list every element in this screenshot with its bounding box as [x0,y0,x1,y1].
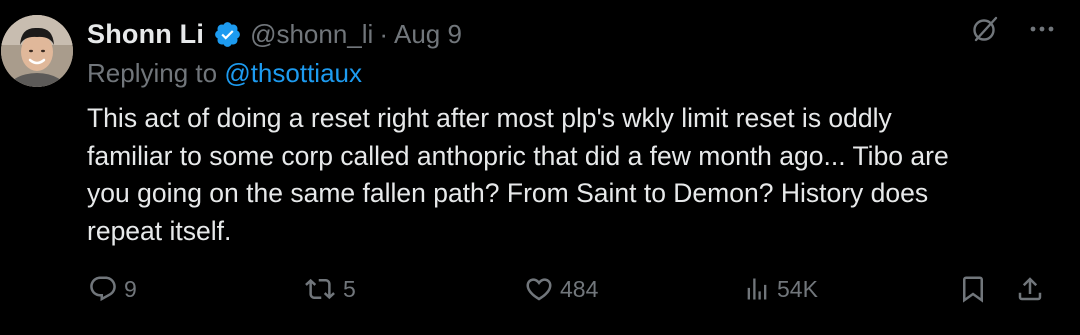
heart-icon [526,278,552,301]
bookmark-icon [963,276,983,303]
like-button[interactable]: 484 [524,267,598,311]
views-count: 54K [777,275,818,302]
tweet-top-actions [970,14,1054,44]
tweet-header: Shonn Li @shonn_li · Aug 9 [87,14,462,54]
repost-button[interactable]: 5 [303,267,356,311]
avatar-photo [1,15,73,87]
tweet-text-line: repeat itself. [87,215,232,246]
views-icon [747,278,767,300]
bookmark-button[interactable] [958,267,988,311]
tweet[interactable]: Shonn Li @shonn_li · Aug 9 Replying to @… [0,0,1080,335]
tweet-text: This act of doing a reset right after mo… [87,100,987,250]
like-count: 484 [560,275,599,302]
tweet-action-bar: 9 5 484 54K [0,267,1080,311]
tweet-text-line: familiar to some corp called anthopric t… [87,140,949,171]
grok-icon[interactable] [970,14,1000,44]
repost-count: 5 [343,275,356,302]
share-button[interactable] [1015,267,1045,311]
reply-button[interactable]: 9 [88,267,137,311]
repost-icon [305,278,335,300]
separator-dot: · [379,18,388,49]
replying-to-mention[interactable]: @thsottiaux [224,58,362,88]
tweet-text-line: you going on the same fallen path? From … [87,178,929,208]
tweet-text-line: This act of doing a reset right after mo… [87,103,892,133]
author-display-name[interactable]: Shonn Li [87,19,204,50]
timestamp[interactable]: Aug 9 [394,19,462,50]
reply-icon [90,276,116,302]
share-icon [1018,277,1042,301]
views-button[interactable]: 54K [743,267,818,311]
verified-badge-icon [213,20,242,49]
replying-to-label: Replying to [87,58,218,88]
reply-count: 9 [124,275,137,302]
replying-to-line: Replying to @thsottiaux [87,58,362,89]
author-handle[interactable]: @shonn_li [250,19,373,50]
more-icon[interactable] [1030,25,1054,33]
avatar[interactable] [1,15,73,87]
